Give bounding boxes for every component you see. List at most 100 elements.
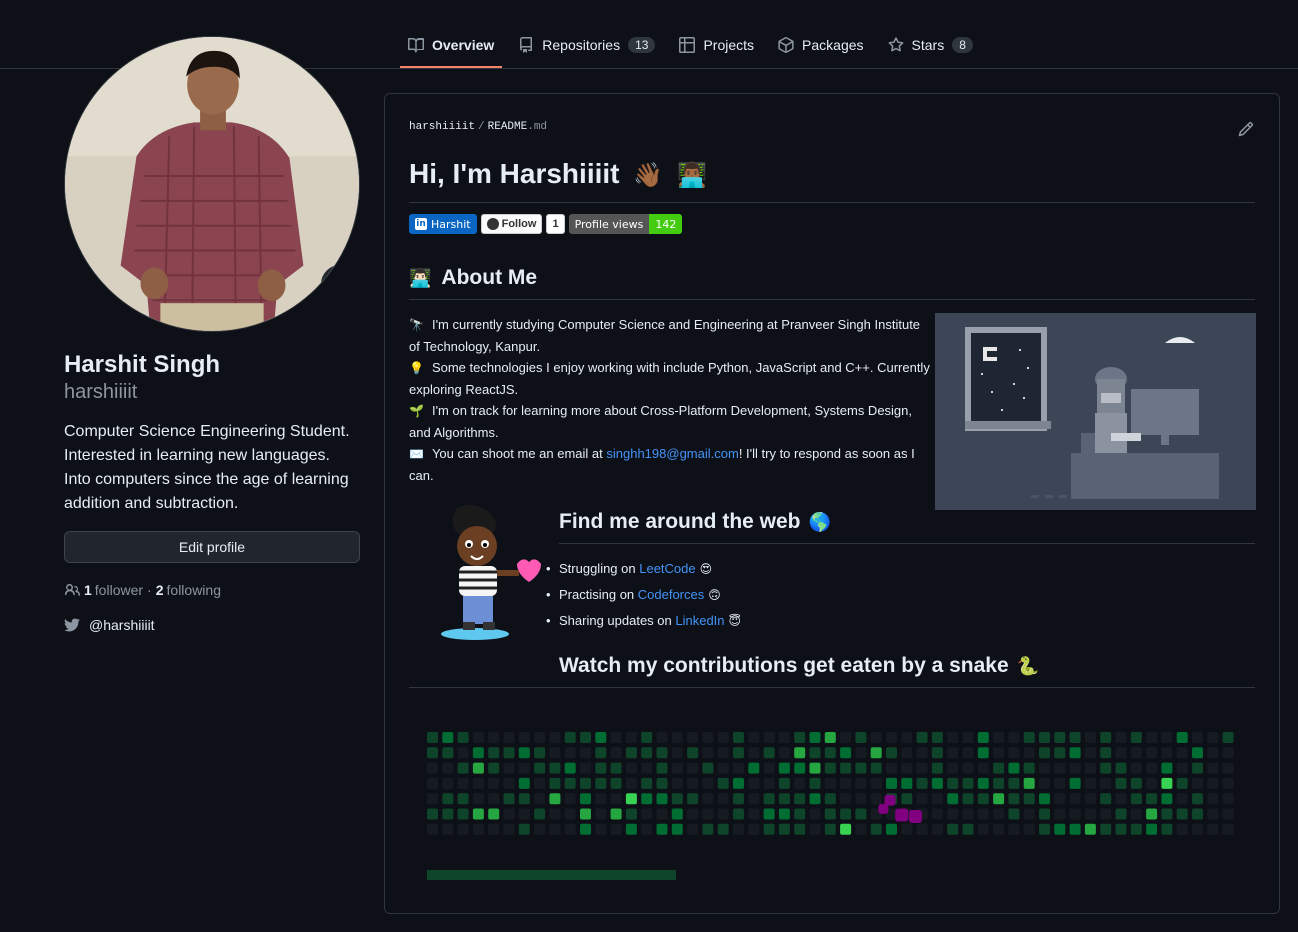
contribution-cell bbox=[763, 793, 775, 805]
stars-count-badge: 8 bbox=[952, 37, 973, 53]
contribution-cell bbox=[518, 762, 530, 774]
contribution-cell bbox=[1054, 732, 1066, 743]
repositories-count-badge: 13 bbox=[628, 37, 656, 53]
twitter-handle[interactable]: @harshiiiit bbox=[89, 617, 155, 633]
contribution-cell bbox=[580, 793, 591, 805]
contribution-cell bbox=[457, 823, 469, 835]
contribution-cell bbox=[610, 823, 622, 835]
contribution-cell bbox=[503, 823, 515, 835]
contribution-cell bbox=[1161, 732, 1173, 743]
about-email-prefix: You can shoot me an email at bbox=[431, 446, 607, 461]
contribution-cell bbox=[870, 823, 882, 835]
contribution-cell bbox=[1069, 823, 1081, 835]
contribution-cell bbox=[778, 747, 790, 759]
contribution-cell bbox=[503, 747, 515, 759]
seedling-emoji: 🌱 bbox=[409, 404, 424, 418]
followers-count[interactable]: 1 bbox=[84, 582, 92, 598]
contribution-cell bbox=[870, 762, 882, 774]
about-line-learning: 🌱 I'm on track for learning more about Cr… bbox=[409, 400, 934, 443]
linkedin-badge[interactable]: in Harshit bbox=[409, 214, 477, 234]
codeforces-link[interactable]: Codeforces bbox=[638, 587, 704, 602]
contribution-cell bbox=[671, 762, 683, 774]
contribution-cell bbox=[717, 762, 729, 774]
contribution-cell bbox=[916, 777, 928, 789]
about-line-learning-text: I'm on track for learning more about Cro… bbox=[409, 403, 913, 440]
contribution-cell bbox=[993, 732, 1005, 743]
edit-profile-button[interactable]: Edit profile bbox=[64, 531, 360, 563]
contribution-cell bbox=[717, 747, 729, 759]
tab-stars[interactable]: Stars 8 bbox=[880, 22, 981, 68]
pencil-icon[interactable] bbox=[1238, 121, 1254, 137]
contribution-cell bbox=[656, 747, 668, 759]
contribution-cell bbox=[1115, 732, 1127, 743]
readme-path-separator: / bbox=[478, 121, 485, 133]
about-line-email: ✉️ You can shoot me an email at singhh198… bbox=[409, 443, 934, 486]
contribution-cell bbox=[855, 823, 867, 835]
contribution-cell bbox=[1100, 762, 1112, 774]
contribution-cell bbox=[1222, 793, 1234, 805]
followers-link[interactable]: follower bbox=[95, 582, 143, 598]
upside-down-face-emoji: 🙃 bbox=[708, 588, 721, 602]
contribution-cell bbox=[488, 762, 500, 774]
tab-repositories[interactable]: Repositories 13 bbox=[510, 22, 663, 68]
contribution-cell bbox=[1084, 793, 1096, 805]
contribution-cell bbox=[809, 762, 821, 774]
email-link[interactable]: singhh198@gmail.com bbox=[606, 446, 738, 461]
contribution-cell bbox=[778, 732, 790, 743]
profile-views-count: 142 bbox=[649, 214, 683, 234]
contribution-cell bbox=[472, 762, 484, 774]
contribution-cell bbox=[488, 808, 500, 820]
contribution-cell bbox=[1084, 823, 1096, 835]
contribution-cell bbox=[427, 808, 438, 820]
contribution-cell bbox=[656, 777, 668, 789]
readme-owner[interactable]: harshiiiit bbox=[409, 121, 475, 133]
contribution-cell bbox=[1222, 777, 1234, 789]
tab-overview[interactable]: Overview bbox=[400, 22, 503, 68]
twitter-icon bbox=[64, 617, 80, 633]
contribution-cell bbox=[748, 762, 760, 774]
contribution-cell bbox=[748, 808, 760, 820]
tab-projects[interactable]: Projects bbox=[671, 22, 762, 68]
bulb-emoji: 💡 bbox=[409, 361, 424, 375]
contribution-cell bbox=[1008, 762, 1020, 774]
github-follow-badge[interactable]: Follow 1 bbox=[480, 214, 565, 234]
contribution-cell bbox=[687, 777, 699, 789]
following-link[interactable]: following bbox=[167, 582, 221, 598]
tab-list: Overview Repositories 13 Projects Packag… bbox=[400, 22, 989, 68]
contribution-cell bbox=[717, 808, 729, 820]
contribution-cell bbox=[534, 808, 546, 820]
contribution-cell bbox=[427, 732, 438, 743]
contribution-cell bbox=[1115, 808, 1127, 820]
contribution-cell bbox=[1039, 793, 1050, 805]
contribution-cell bbox=[503, 777, 515, 789]
readme-title-text: Hi, I'm Harshiiiit bbox=[409, 158, 620, 189]
contribution-cell bbox=[1115, 747, 1127, 759]
contribution-cell bbox=[1207, 823, 1219, 835]
avatar[interactable]: 🏠 bbox=[64, 36, 360, 332]
contribution-cell bbox=[1146, 808, 1158, 820]
status-home-emoji[interactable]: 🏠 bbox=[321, 265, 359, 303]
profile-sidebar: 🏠 Harshit Singh harshiiiit Computer Scie… bbox=[64, 36, 360, 633]
contribution-cell bbox=[733, 762, 744, 774]
profile-bio: Computer Science Engineering Student. In… bbox=[64, 423, 350, 512]
contribution-cell bbox=[1069, 747, 1081, 759]
contribution-cell bbox=[1054, 823, 1066, 835]
tab-packages[interactable]: Packages bbox=[770, 22, 871, 68]
wave-emoji: 👋🏾 bbox=[633, 162, 664, 189]
contribution-cell bbox=[824, 762, 836, 774]
contribution-cell bbox=[993, 762, 1005, 774]
linkedin-link[interactable]: LinkedIn bbox=[675, 613, 724, 628]
contribution-cell bbox=[947, 793, 959, 805]
contribution-cell bbox=[763, 732, 775, 743]
twitter-link-row[interactable]: @harshiiiit bbox=[64, 617, 360, 633]
contribution-cell bbox=[1222, 823, 1234, 835]
following-count[interactable]: 2 bbox=[156, 582, 164, 598]
linkedin-badge-label: Harshit bbox=[431, 217, 471, 231]
contribution-cell bbox=[809, 747, 821, 759]
contribution-cell bbox=[962, 732, 974, 743]
list-item-leetcode: Struggling on LeetCode 😍 bbox=[546, 556, 741, 582]
contribution-cell bbox=[488, 793, 500, 805]
contribution-cell bbox=[1146, 777, 1158, 789]
contribution-cell bbox=[595, 808, 607, 820]
leetcode-link[interactable]: LeetCode bbox=[639, 561, 695, 576]
